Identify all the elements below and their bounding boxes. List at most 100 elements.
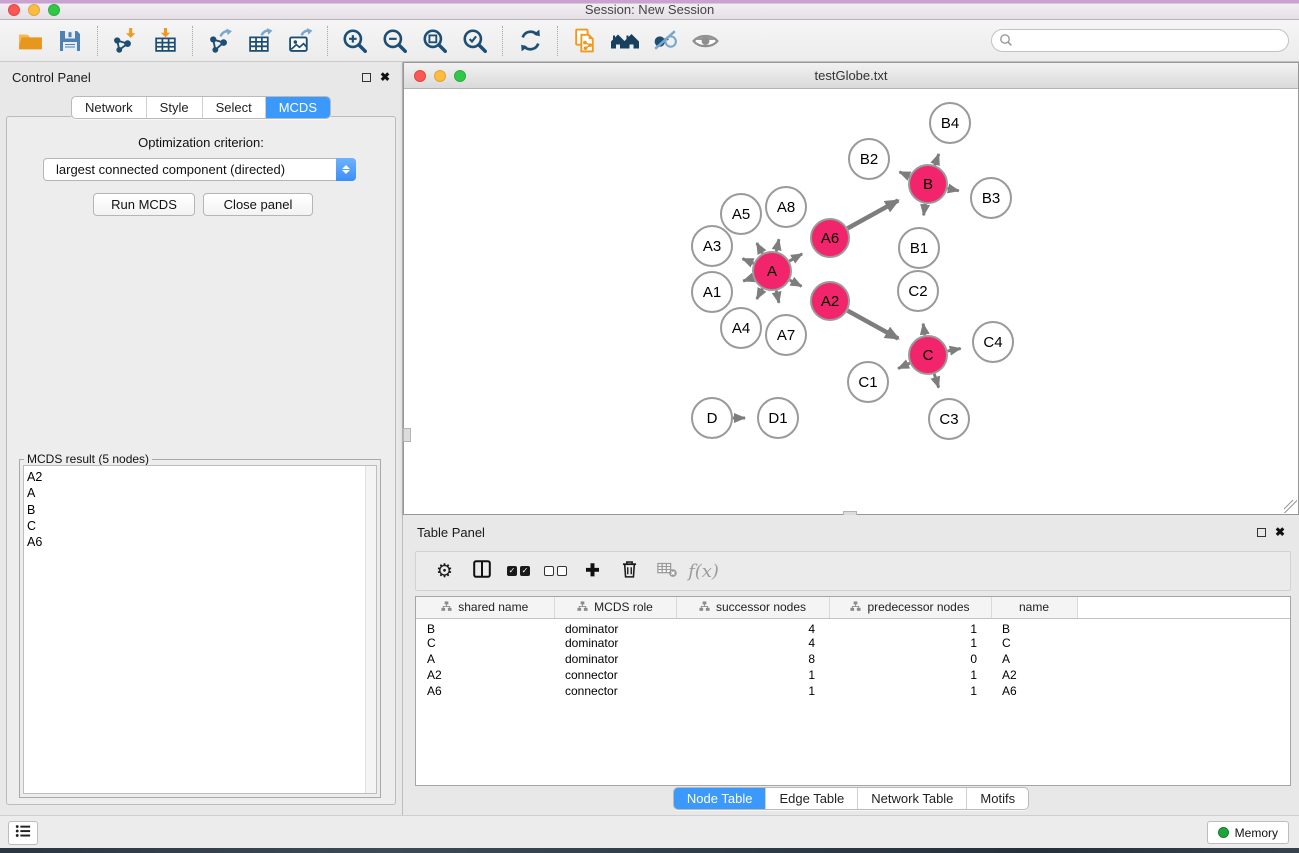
run-mcds-button[interactable]: Run MCDS <box>93 193 195 216</box>
zoom-selected-button[interactable] <box>455 24 495 58</box>
node-table-container[interactable]: shared nameMCDS rolesuccessor nodesprede… <box>415 596 1291 786</box>
table-cell[interactable]: C <box>991 636 1077 652</box>
table-cell[interactable]: A2 <box>991 667 1077 683</box>
node-table[interactable]: shared nameMCDS rolesuccessor nodesprede… <box>416 597 1290 699</box>
graph-edge-A-A1[interactable] <box>743 278 753 281</box>
table-cell[interactable]: 0 <box>829 651 991 667</box>
table-cell[interactable]: 4 <box>676 636 829 652</box>
graph-edge-C-C1[interactable] <box>898 363 910 368</box>
table-cell[interactable]: 1 <box>829 618 991 636</box>
table-cell[interactable]: 1 <box>829 636 991 652</box>
save-session-button[interactable] <box>50 24 90 58</box>
table-cell[interactable]: 1 <box>676 667 829 683</box>
graph-edge-A6-B[interactable] <box>848 200 899 228</box>
network-canvas[interactable]: B4B2BB3A5A8A6B1A3AA1C2A4A7A2C4CC1C3DD1 <box>404 89 1298 514</box>
table-cell[interactable]: connector <box>554 683 676 699</box>
table-cell[interactable]: 8 <box>676 651 829 667</box>
table-row[interactable]: A2connector11A2 <box>416 667 1290 683</box>
criterion-dropdown[interactable]: largest connected component (directed) <box>43 158 356 181</box>
network-window-titlebar[interactable]: testGlobe.txt <box>404 63 1298 89</box>
graph-edge-C-C3[interactable] <box>934 374 938 388</box>
graph-edge-A-A4[interactable] <box>757 289 763 299</box>
mcds-result-item[interactable]: A2 <box>27 469 376 485</box>
graph-edge-B-B3[interactable] <box>948 188 959 191</box>
graph-edge-B-B4[interactable] <box>935 154 939 165</box>
split-divider-handle[interactable] <box>403 428 411 442</box>
close-table-panel-icon[interactable]: ✖ <box>1275 527 1285 537</box>
graph-edge-B-B2[interactable] <box>899 172 909 176</box>
export-table-button[interactable] <box>240 24 280 58</box>
graph-edge-A-A8[interactable] <box>776 239 779 251</box>
tab-node-table[interactable]: Node Table <box>674 788 766 809</box>
mcds-result-list[interactable]: A2ABCA6 <box>23 465 377 794</box>
memory-button[interactable]: Memory <box>1207 821 1289 844</box>
show-graphics-details-button[interactable] <box>685 24 725 58</box>
graph-edge-A2-C[interactable] <box>848 311 899 339</box>
table-row[interactable]: Cdominator41C <box>416 636 1290 652</box>
tab-mcds[interactable]: MCDS <box>265 97 330 118</box>
float-table-panel-icon[interactable] <box>1257 528 1266 537</box>
function-builder-button[interactable]: f(x) <box>685 556 722 586</box>
table-cell[interactable]: 4 <box>676 618 829 636</box>
tab-motifs[interactable]: Motifs <box>966 788 1028 809</box>
delete-table-button[interactable] <box>648 556 685 586</box>
column-header[interactable]: successor nodes <box>676 597 829 618</box>
table-cell[interactable]: 1 <box>829 683 991 699</box>
graph-edge-A-A5[interactable] <box>757 243 763 253</box>
table-cell[interactable]: B <box>991 618 1077 636</box>
table-row[interactable]: Bdominator41B <box>416 618 1290 636</box>
zoom-fit-button[interactable] <box>415 24 455 58</box>
table-cell[interactable]: dominator <box>554 651 676 667</box>
close-panel-button[interactable]: Close panel <box>203 193 313 216</box>
zoom-network-window-button[interactable] <box>454 70 466 82</box>
minimize-window-button[interactable] <box>28 4 40 16</box>
graph-edge-A-A3[interactable] <box>742 259 753 264</box>
delete-entry-button[interactable] <box>611 556 648 586</box>
graph-edge-C-C4[interactable] <box>948 348 961 351</box>
deselect-all-button[interactable] <box>537 556 574 586</box>
close-network-window-button[interactable] <box>414 70 426 82</box>
close-panel-icon[interactable]: ✖ <box>380 72 390 82</box>
export-image-button[interactable] <box>280 24 320 58</box>
table-row[interactable]: A6connector11A6 <box>416 683 1290 699</box>
table-cell[interactable]: B <box>416 618 554 636</box>
add-entry-button[interactable]: ✚ <box>574 556 611 586</box>
table-settings-button[interactable]: ⚙ <box>426 556 463 586</box>
table-cell[interactable]: dominator <box>554 618 676 636</box>
select-all-button[interactable]: ✓✓ <box>500 556 537 586</box>
close-window-button[interactable] <box>8 4 20 16</box>
home-button[interactable] <box>605 24 645 58</box>
graph-edge-C-C2[interactable] <box>923 324 925 336</box>
zoom-window-button[interactable] <box>48 4 60 16</box>
table-cell[interactable]: connector <box>554 667 676 683</box>
show-column-button[interactable] <box>463 556 500 586</box>
import-network-button[interactable] <box>105 24 145 58</box>
tab-select[interactable]: Select <box>202 97 265 118</box>
tab-edge-table[interactable]: Edge Table <box>765 788 857 809</box>
tab-network-table[interactable]: Network Table <box>857 788 966 809</box>
graph-edge-A-A7[interactable] <box>776 291 779 303</box>
import-table-button[interactable] <box>145 24 185 58</box>
tab-style[interactable]: Style <box>146 97 202 118</box>
refresh-button[interactable] <box>510 24 550 58</box>
open-session-button[interactable] <box>565 24 605 58</box>
column-header[interactable]: predecessor nodes <box>829 597 991 618</box>
mcds-result-item[interactable]: B <box>27 502 376 518</box>
table-cell[interactable]: dominator <box>554 636 676 652</box>
minimize-network-window-button[interactable] <box>434 70 446 82</box>
column-header[interactable]: MCDS role <box>554 597 676 618</box>
panel-toggle-button[interactable] <box>8 821 38 845</box>
search-input[interactable] <box>991 29 1289 52</box>
mcds-result-item[interactable]: A6 <box>27 534 376 550</box>
tab-network[interactable]: Network <box>72 97 146 118</box>
export-network-button[interactable] <box>200 24 240 58</box>
open-file-button[interactable] <box>10 24 50 58</box>
column-header[interactable]: name <box>991 597 1077 618</box>
table-cell[interactable]: A <box>991 651 1077 667</box>
zoom-in-button[interactable] <box>335 24 375 58</box>
graph-edge-A-A2[interactable] <box>790 280 802 286</box>
graph-edge-B-B1[interactable] <box>924 204 926 216</box>
table-cell[interactable]: A6 <box>991 683 1077 699</box>
table-row[interactable]: Adominator80A <box>416 651 1290 667</box>
table-cell[interactable]: 1 <box>676 683 829 699</box>
